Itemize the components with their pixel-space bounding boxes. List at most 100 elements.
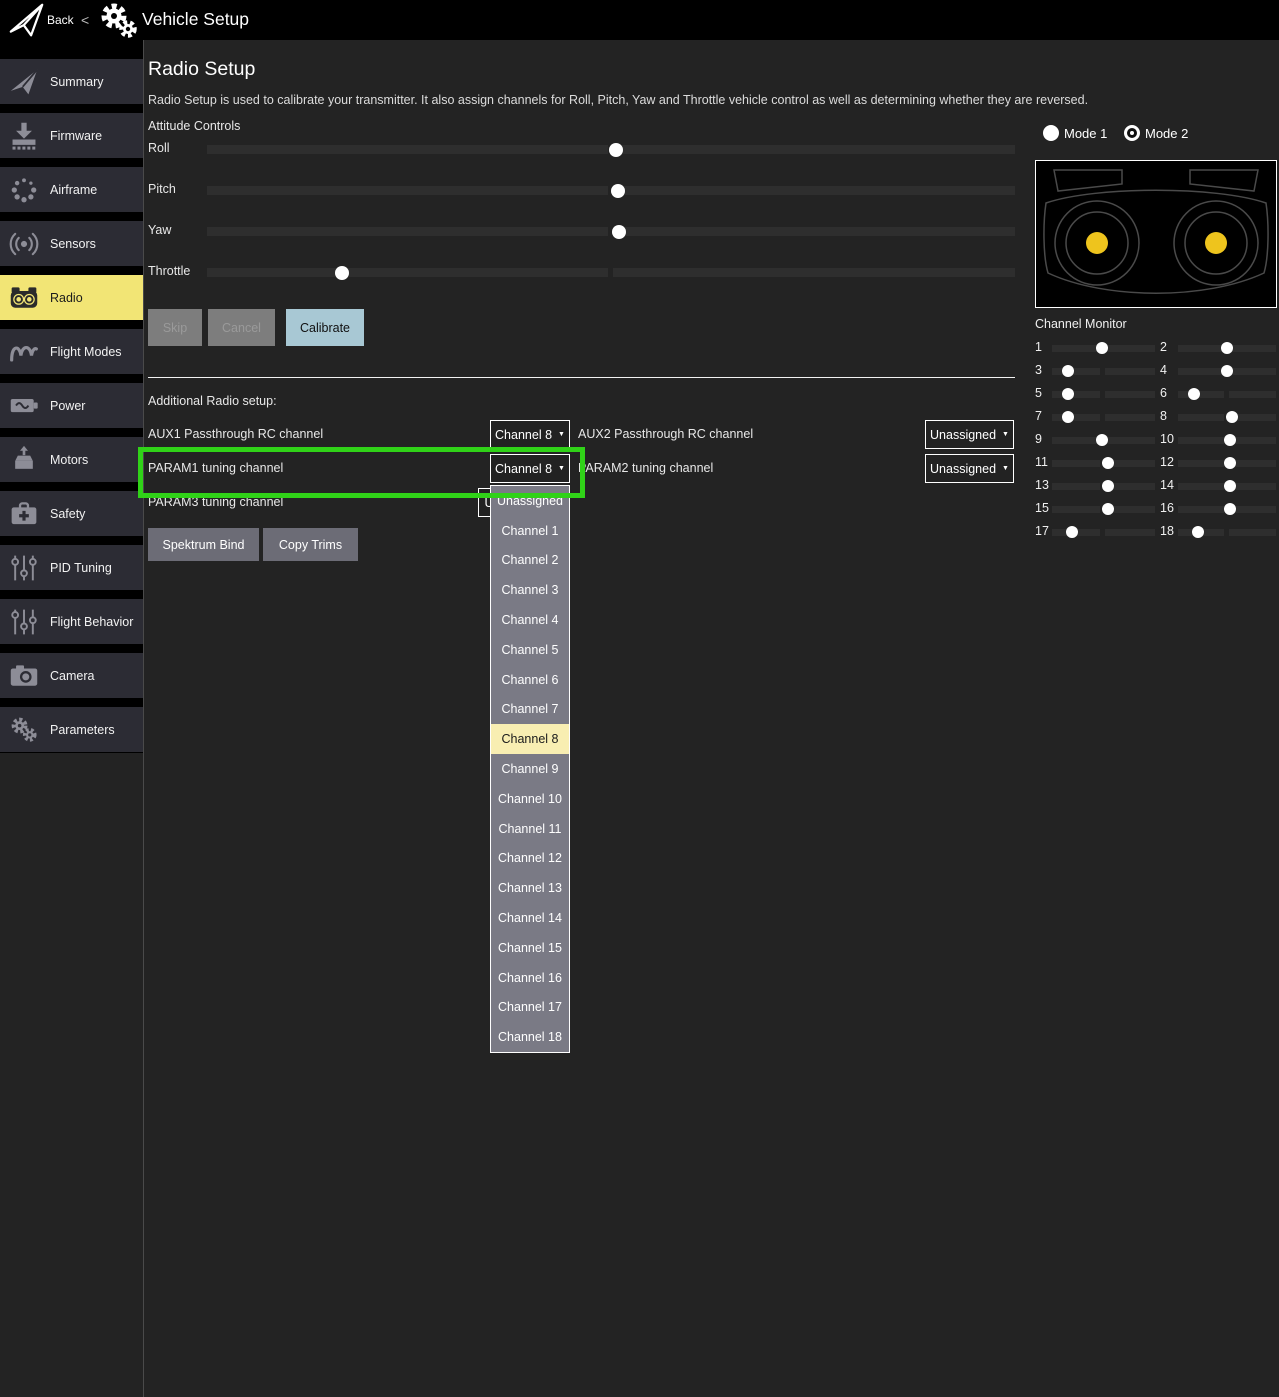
- mode-1-label: Mode 1: [1064, 126, 1107, 141]
- channel-3-monitor-slider: [1052, 368, 1155, 375]
- slider-track-segment: [1229, 345, 1276, 352]
- back-button[interactable]: Back: [47, 13, 74, 27]
- aux1-channel-dropdown[interactable]: Channel 8▼: [490, 420, 570, 449]
- aux2-passthrough-label: AUX2 Passthrough RC channel: [578, 427, 753, 441]
- aux2-channel-dropdown[interactable]: Unassigned▼: [925, 420, 1014, 449]
- top-bar: Back < Vehicle Setup: [0, 0, 1279, 40]
- section-divider: [148, 377, 1015, 378]
- slider-thumb: [1102, 457, 1114, 469]
- dropdown-option-channel-2[interactable]: Channel 2: [491, 546, 569, 576]
- motors-icon: [7, 443, 41, 477]
- sidebar-item-label: Firmware: [50, 129, 102, 143]
- channel-1-monitor-slider: [1052, 345, 1155, 352]
- dropdown-option-channel-1[interactable]: Channel 1: [491, 516, 569, 546]
- dropdown-option-channel-15[interactable]: Channel 15: [491, 933, 569, 963]
- param2-channel-dropdown[interactable]: Unassigned▼: [925, 454, 1014, 483]
- sidebar-item-pid-tuning[interactable]: PID Tuning: [0, 545, 143, 590]
- slider-track-segment: [1052, 483, 1100, 490]
- dropdown-option-channel-10[interactable]: Channel 10: [491, 784, 569, 814]
- dropdown-option-channel-16[interactable]: Channel 16: [491, 963, 569, 993]
- dropdown-option-channel-12[interactable]: Channel 12: [491, 844, 569, 874]
- slider-track-segment: [1105, 529, 1155, 536]
- slider-track-segment: [1229, 437, 1276, 444]
- copy-trims-button[interactable]: Copy Trims: [263, 528, 358, 561]
- skip-button[interactable]: Skip: [148, 309, 202, 346]
- aux1-channel-value: Channel 8: [495, 428, 552, 442]
- slider-thumb: [1096, 342, 1108, 354]
- throttle-slider-label: Throttle: [148, 264, 190, 278]
- qgc-paper-plane-logo-icon[interactable]: [8, 2, 45, 39]
- slider-thumb: [335, 266, 349, 280]
- slider-thumb: [611, 184, 625, 198]
- channel-16-monitor-slider: [1178, 506, 1276, 513]
- sidebar-item-power[interactable]: Power: [0, 383, 143, 428]
- slider-thumb: [1224, 480, 1236, 492]
- breadcrumb-separator: <: [81, 12, 89, 28]
- sidebar-item-parameters[interactable]: Parameters: [0, 707, 143, 752]
- calibrate-button[interactable]: Calibrate: [286, 309, 364, 346]
- slider-track-segment: [613, 186, 1015, 195]
- slider-track-segment: [1229, 391, 1276, 398]
- dropdown-option-channel-8[interactable]: Channel 8: [491, 724, 569, 754]
- slider-thumb: [1188, 388, 1200, 400]
- left-stick-dot: [1086, 232, 1108, 254]
- dropdown-option-channel-3[interactable]: Channel 3: [491, 575, 569, 605]
- dropdown-option-channel-13[interactable]: Channel 13: [491, 873, 569, 903]
- slider-track-segment: [207, 186, 608, 195]
- slider-track-segment: [1229, 460, 1276, 467]
- slider-thumb: [1224, 457, 1236, 469]
- sidebar-item-safety[interactable]: Safety: [0, 491, 143, 536]
- slider-track-segment: [1229, 483, 1276, 490]
- sidebar-item-motors[interactable]: Motors: [0, 437, 143, 482]
- safety-icon: [7, 497, 41, 531]
- channel-11-number: 11: [1035, 455, 1048, 469]
- airframe-icon: [7, 173, 41, 207]
- slider-thumb: [1221, 365, 1233, 377]
- sidebar-item-camera[interactable]: Camera: [0, 653, 143, 698]
- spektrum-bind-button[interactable]: Spektrum Bind: [148, 528, 259, 561]
- slider-track-segment: [1105, 368, 1155, 375]
- rc-transmitter-sticks-graphic: [1035, 160, 1277, 308]
- dropdown-option-channel-18[interactable]: Channel 18: [491, 1022, 569, 1052]
- channel-4-number: 4: [1160, 363, 1167, 377]
- sidebar-item-sensors[interactable]: Sensors: [0, 221, 143, 266]
- sidebar-item-label: Safety: [50, 507, 85, 521]
- mode-2-radio[interactable]: Mode 2: [1124, 125, 1188, 141]
- roll-monitor-slider: [207, 145, 1015, 154]
- parameters-gears-icon: [7, 713, 41, 747]
- vehicle-setup-gears-icon: [97, 1, 139, 40]
- dropdown-option-channel-5[interactable]: Channel 5: [491, 635, 569, 665]
- sidebar: Summary Firmware Airframe Sensors Radio Fligh…: [0, 40, 143, 753]
- chevron-down-icon: ▼: [558, 465, 565, 472]
- sidebar-item-radio[interactable]: Radio: [0, 275, 143, 320]
- sidebar-item-flight-behavior[interactable]: Flight Behavior: [0, 599, 143, 644]
- slider-track-segment: [1178, 368, 1224, 375]
- cancel-button[interactable]: Cancel: [208, 309, 275, 346]
- radio-button-icon: [1043, 125, 1059, 141]
- param1-channel-dropdown[interactable]: Channel 8▼: [490, 454, 570, 483]
- mode-1-radio[interactable]: Mode 1: [1043, 125, 1107, 141]
- slider-thumb: [612, 225, 626, 239]
- sidebar-item-firmware[interactable]: Firmware: [0, 113, 143, 158]
- sidebar-item-flight-modes[interactable]: Flight Modes: [0, 329, 143, 374]
- slider-track-segment: [1052, 437, 1100, 444]
- dropdown-option-channel-7[interactable]: Channel 7: [491, 695, 569, 725]
- dropdown-option-channel-11[interactable]: Channel 11: [491, 814, 569, 844]
- slider-track-segment: [1105, 414, 1155, 421]
- channel-13-monitor-slider: [1052, 483, 1155, 490]
- sidebar-item-label: Airframe: [50, 183, 97, 197]
- window-title: Vehicle Setup: [142, 9, 249, 30]
- channel-16-number: 16: [1160, 501, 1174, 515]
- dropdown-option-channel-6[interactable]: Channel 6: [491, 665, 569, 695]
- dropdown-option-channel-9[interactable]: Channel 9: [491, 754, 569, 784]
- channel-17-monitor-slider: [1052, 529, 1155, 536]
- slider-track-segment: [1105, 437, 1155, 444]
- sidebar-item-summary[interactable]: Summary: [0, 59, 143, 104]
- dropdown-option-channel-4[interactable]: Channel 4: [491, 605, 569, 635]
- dropdown-option-channel-14[interactable]: Channel 14: [491, 903, 569, 933]
- pitch-slider-label: Pitch: [148, 182, 176, 196]
- sidebar-item-airframe[interactable]: Airframe: [0, 167, 143, 212]
- channel-6-monitor-slider: [1178, 391, 1276, 398]
- dropdown-option-unassigned[interactable]: Unassigned: [491, 486, 569, 516]
- dropdown-option-channel-17[interactable]: Channel 17: [491, 993, 569, 1023]
